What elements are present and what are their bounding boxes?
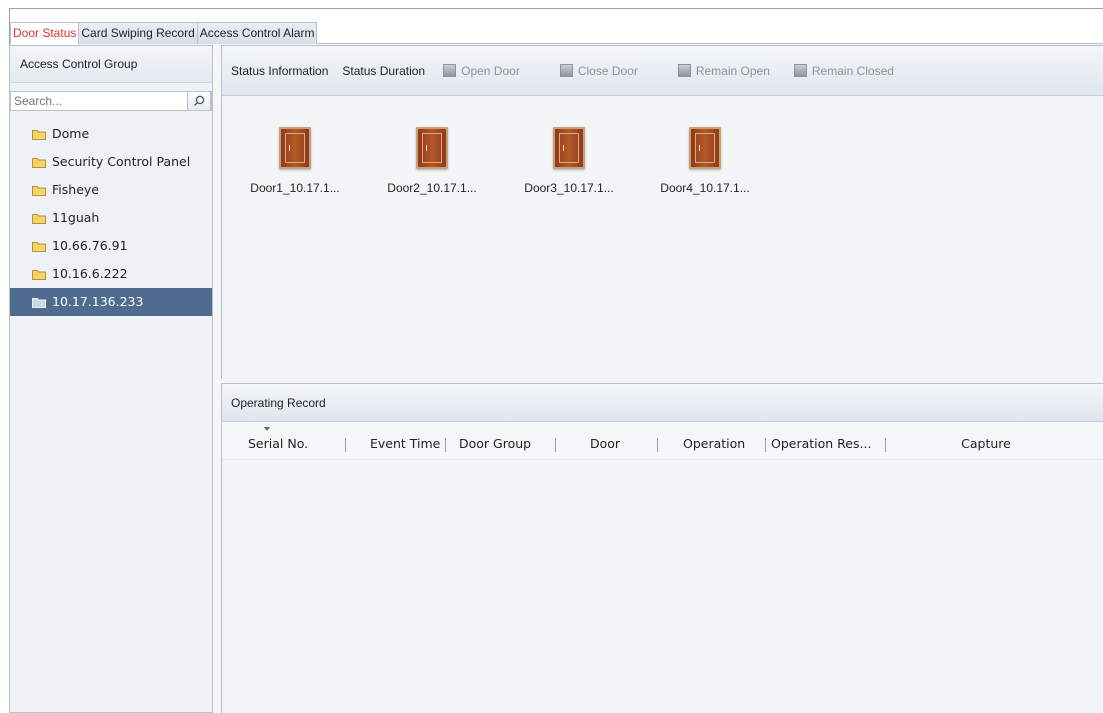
- search-icon: [194, 95, 205, 106]
- tree-item-label: 10.66.76.91: [52, 238, 128, 253]
- tree-item-label: 10.16.6.222: [52, 266, 128, 281]
- tree-item-dome[interactable]: Dome: [10, 120, 212, 148]
- tree-item-10-66-76-91[interactable]: 10.66.76.91: [10, 232, 212, 260]
- toolbar: Status Information Status Duration Open …: [222, 46, 1103, 96]
- column-label: Operation Res...: [771, 436, 872, 451]
- door-label: Door4_10.17.1...: [660, 181, 750, 195]
- tree-item-10-17-136-233[interactable]: 10.17.136.233: [10, 288, 212, 316]
- remain-open-icon: [677, 64, 691, 77]
- door-icon: [553, 127, 585, 169]
- remain-open-label: Remain Open: [695, 63, 770, 78]
- door-grid: Door1_10.17.1... Door2_10.17.1... Door3_…: [222, 97, 1103, 379]
- column-capture[interactable]: Capture: [886, 436, 1086, 452]
- record-table-body: [222, 459, 1103, 713]
- open-door-button[interactable]: Open Door: [443, 61, 520, 81]
- tree-item-label: Dome: [52, 126, 90, 141]
- tab-door-status[interactable]: Door Status: [10, 22, 80, 45]
- status-information-button[interactable]: Status Information: [231, 61, 328, 81]
- door-item-1[interactable]: Door1_10.17.1...: [235, 127, 355, 195]
- column-event-time[interactable]: Event Time: [346, 436, 446, 452]
- column-label: Event Time: [370, 436, 441, 451]
- open-door-icon: [443, 64, 457, 77]
- folder-icon: [32, 129, 46, 140]
- tree-item-10-16-6-222[interactable]: 10.16.6.222: [10, 260, 212, 288]
- folder-icon: [32, 241, 46, 252]
- column-operation-result[interactable]: Operation Res...: [766, 436, 886, 452]
- door-item-3[interactable]: Door3_10.17.1...: [509, 127, 629, 195]
- status-duration-button[interactable]: Status Duration: [342, 61, 425, 81]
- search-input[interactable]: [11, 92, 181, 110]
- tree-item-label: 10.17.136.233: [52, 294, 144, 309]
- door-item-2[interactable]: Door2_10.17.1...: [372, 127, 492, 195]
- remain-closed-label: Remain Closed: [811, 63, 894, 78]
- remain-closed-button[interactable]: Remain Closed: [793, 61, 894, 81]
- column-door[interactable]: Door: [556, 436, 658, 452]
- tab-card-swiping-record[interactable]: Card Swiping Record: [79, 22, 198, 44]
- group-tree: Dome Security Control Panel Fisheye 11gu…: [10, 120, 212, 316]
- door-status-panel: Status Information Status Duration Open …: [221, 45, 1103, 379]
- remain-closed-icon: [793, 64, 807, 77]
- door-icon: [416, 127, 448, 169]
- close-door-label: Close Door: [577, 63, 638, 78]
- door-icon: [279, 127, 311, 169]
- door-label: Door2_10.17.1...: [387, 181, 477, 195]
- search-box: [10, 91, 212, 111]
- door-icon: [689, 127, 721, 169]
- open-door-label: Open Door: [461, 63, 520, 78]
- tree-item-label: 11guah: [52, 210, 100, 225]
- operating-record-panel: Operating Record Serial No. Event Time D…: [221, 383, 1103, 713]
- tab-bar: Door Status Card Swiping Record Access C…: [10, 9, 1103, 45]
- record-table-header: Serial No. Event Time Door Group Door Op…: [222, 427, 1103, 458]
- column-operation[interactable]: Operation: [658, 436, 766, 452]
- folder-icon: [32, 269, 46, 280]
- column-label: Door Group: [459, 436, 532, 451]
- tab-access-control-alarm[interactable]: Access Control Alarm: [197, 22, 318, 44]
- door-item-4[interactable]: Door4_10.17.1...: [645, 127, 765, 195]
- tree-item-label: Fisheye: [52, 182, 99, 197]
- column-label: Capture: [961, 436, 1011, 451]
- tree-item-label: Security Control Panel: [52, 154, 191, 169]
- tree-item-security-control-panel[interactable]: Security Control Panel: [10, 148, 212, 176]
- column-label: Serial No.: [248, 436, 309, 451]
- column-serial-no[interactable]: Serial No.: [222, 427, 346, 452]
- status-duration-label: Status Duration: [342, 63, 426, 78]
- operating-record-title: Operating Record: [222, 384, 1103, 422]
- close-door-icon: [559, 64, 573, 77]
- tree-item-11guah[interactable]: 11guah: [10, 204, 212, 232]
- door-label: Door3_10.17.1...: [524, 181, 614, 195]
- tree-item-fisheye[interactable]: Fisheye: [10, 176, 212, 204]
- status-information-label: Status Information: [231, 63, 329, 78]
- search-button[interactable]: [187, 91, 211, 111]
- folder-icon: [32, 185, 46, 196]
- sort-arrow-icon: [264, 427, 270, 431]
- folder-icon: [32, 213, 46, 224]
- door-label: Door1_10.17.1...: [250, 181, 340, 195]
- folder-icon: [32, 157, 46, 168]
- column-label: Door: [590, 436, 621, 451]
- folder-icon: [32, 297, 46, 308]
- column-label: Operation: [683, 436, 746, 451]
- column-door-group[interactable]: Door Group: [446, 436, 556, 452]
- panel-title: Access Control Group: [10, 46, 212, 83]
- remain-open-button[interactable]: Remain Open: [677, 61, 770, 81]
- close-door-button[interactable]: Close Door: [559, 61, 638, 81]
- access-control-group-panel: Access Control Group Dome Security Contr…: [9, 45, 213, 713]
